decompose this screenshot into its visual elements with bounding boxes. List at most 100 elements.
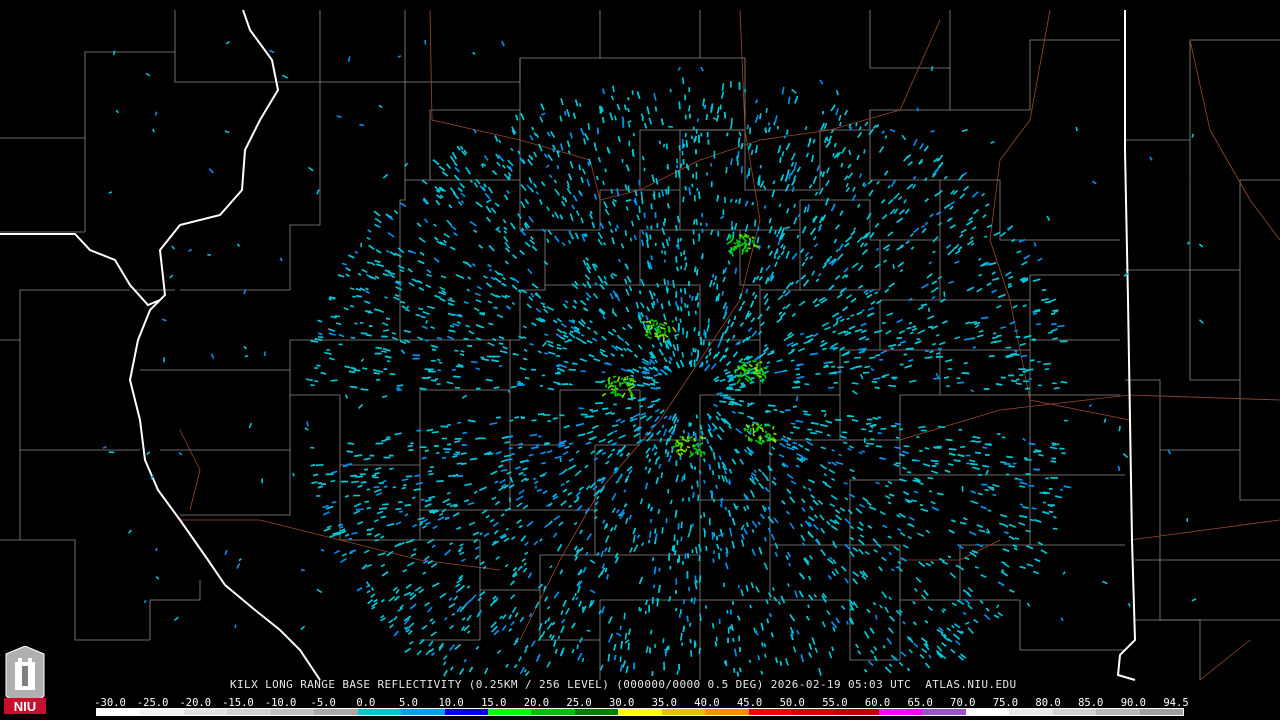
echo-pixel bbox=[788, 562, 791, 567]
echo-pixel bbox=[759, 113, 762, 120]
echo-pixel bbox=[884, 484, 889, 488]
echo-pixel bbox=[653, 380, 659, 384]
echo-pixel bbox=[569, 330, 574, 334]
echo-pixel bbox=[726, 610, 729, 614]
echo-pixel bbox=[681, 497, 685, 502]
echo-pixel bbox=[462, 431, 468, 435]
echo-pixel bbox=[874, 386, 880, 389]
echo-pixel bbox=[595, 381, 603, 384]
echo-pixel bbox=[703, 479, 706, 484]
echo-pixel bbox=[748, 659, 752, 664]
echo-pixel bbox=[779, 410, 785, 414]
echo-pixel bbox=[796, 363, 804, 366]
echo-pixel bbox=[618, 258, 621, 263]
echo-pixel bbox=[509, 419, 514, 422]
echo-pixel bbox=[750, 149, 754, 156]
echo-pixel bbox=[710, 433, 713, 438]
echo-pixel bbox=[310, 340, 319, 343]
echo-pixel bbox=[599, 107, 603, 114]
echo-pixel bbox=[907, 471, 912, 474]
echo-pixel bbox=[739, 385, 746, 389]
echo-pixel bbox=[928, 325, 934, 329]
echo-pixel bbox=[475, 437, 481, 440]
echo-pixel bbox=[787, 583, 790, 587]
echo-pixel bbox=[697, 238, 700, 242]
echo-pixel bbox=[888, 384, 897, 388]
echo-pixel bbox=[510, 385, 517, 389]
echo-pixel bbox=[795, 396, 799, 402]
echo-pixel bbox=[683, 288, 687, 295]
echo-pixel bbox=[790, 422, 796, 425]
echo-pixel bbox=[710, 162, 713, 167]
echo-pixel bbox=[1043, 362, 1051, 366]
echo-pixel bbox=[695, 414, 698, 419]
echo-pixel bbox=[720, 503, 723, 508]
echo-pixel bbox=[1025, 368, 1034, 372]
echo-pixel bbox=[695, 218, 698, 225]
echo-pixel bbox=[380, 515, 387, 519]
echo-pixel bbox=[987, 509, 992, 512]
echo-pixel bbox=[662, 638, 665, 643]
echo-pixel bbox=[562, 347, 568, 350]
echo-pixel bbox=[972, 346, 977, 349]
echo-pixel bbox=[314, 367, 319, 370]
echo-pixel bbox=[666, 280, 670, 285]
echo-pixel bbox=[972, 440, 977, 443]
echo-pixel bbox=[602, 88, 605, 95]
echo-pixel bbox=[663, 278, 666, 285]
echo-pixel bbox=[831, 365, 836, 368]
echo-pixel bbox=[559, 414, 565, 417]
echo-pixel bbox=[948, 448, 957, 451]
echo-pixel bbox=[732, 637, 735, 642]
echo-pixel bbox=[880, 427, 887, 430]
echo-pixel bbox=[727, 481, 731, 486]
echo-pixel bbox=[629, 417, 634, 420]
echo-pixel bbox=[347, 442, 354, 445]
echo-pixel bbox=[627, 97, 630, 101]
echo-pixel bbox=[932, 342, 936, 346]
echo-pixel bbox=[653, 566, 657, 575]
echo-pixel bbox=[650, 382, 656, 386]
echo-pixel bbox=[729, 625, 732, 630]
echo-pixel bbox=[675, 158, 679, 164]
echo-pixel bbox=[371, 474, 377, 477]
echo-pixel bbox=[594, 147, 598, 152]
echo-pixel bbox=[364, 468, 369, 471]
echo-pixel bbox=[1029, 359, 1035, 362]
echo-pixel bbox=[970, 337, 975, 340]
echo-pixel bbox=[350, 336, 356, 339]
echo-pixel bbox=[734, 267, 738, 275]
echo-pixel bbox=[362, 367, 368, 370]
echo-pixel bbox=[689, 524, 692, 532]
echo-pixel bbox=[576, 644, 579, 650]
echo-pixel bbox=[517, 382, 523, 385]
echo-pixel bbox=[564, 111, 567, 116]
echo-pixel bbox=[664, 448, 668, 454]
echo-pixel bbox=[403, 483, 407, 487]
echo-pixel bbox=[436, 480, 444, 483]
echo-pixel bbox=[366, 261, 371, 264]
echo-pixel bbox=[647, 539, 651, 544]
echo-pixel bbox=[557, 383, 561, 386]
echo-pixel bbox=[747, 402, 753, 406]
echo-pixel bbox=[729, 609, 732, 615]
echo-pixel bbox=[685, 139, 688, 148]
echo-pixel bbox=[375, 346, 382, 350]
echo-pixel bbox=[366, 528, 371, 532]
echo-pixel bbox=[697, 302, 700, 308]
echo-pixel bbox=[651, 378, 656, 382]
echo-pixel bbox=[420, 498, 425, 501]
echo-pixel bbox=[701, 228, 704, 233]
echo-pixel bbox=[438, 361, 443, 364]
echo-pixel bbox=[957, 381, 964, 384]
echo-pixel bbox=[359, 473, 366, 476]
echo-pixel bbox=[1053, 387, 1060, 390]
echo-pixel bbox=[424, 449, 429, 452]
echo-pixel bbox=[695, 128, 698, 134]
echo-pixel bbox=[919, 449, 923, 452]
echo-pixel bbox=[847, 332, 852, 335]
echo-pixel bbox=[373, 372, 380, 375]
echo-pixel bbox=[991, 488, 995, 491]
echo-pixel bbox=[638, 366, 642, 369]
echo-pixel bbox=[985, 453, 990, 456]
